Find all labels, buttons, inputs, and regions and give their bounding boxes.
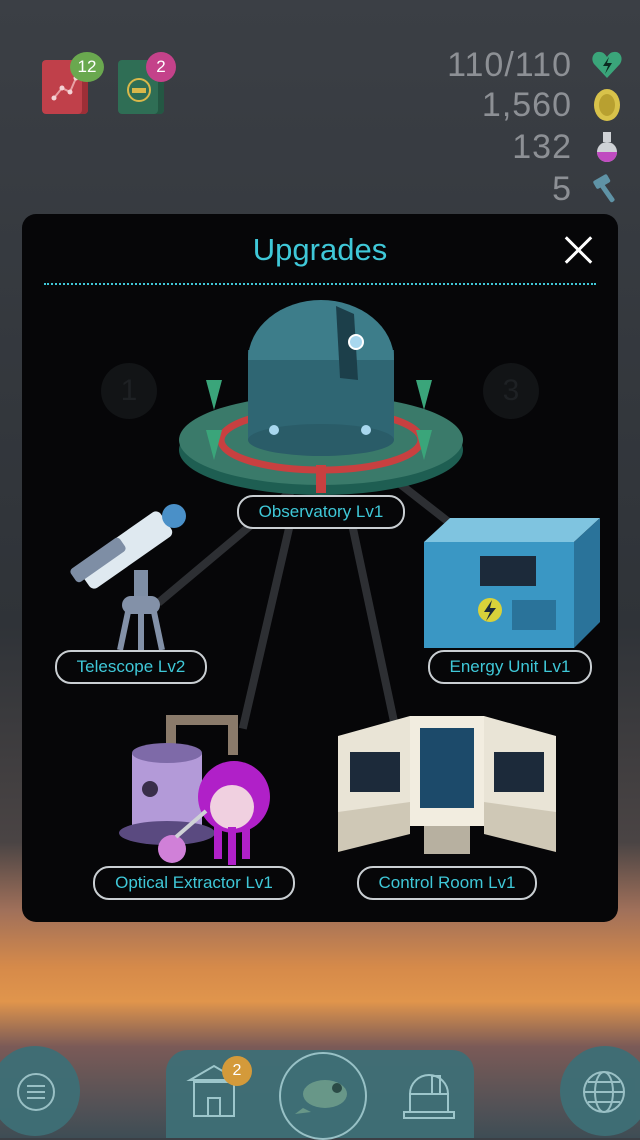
coin-value: 1,560	[481, 86, 572, 124]
background-step-3: 3	[483, 363, 539, 419]
optical-extractor-icon[interactable]	[116, 715, 276, 865]
potion-value: 132	[512, 128, 572, 166]
heart-lightning-icon	[590, 48, 624, 82]
upgrades-title: Upgrades	[252, 232, 388, 267]
hammer-value: 5	[552, 170, 572, 208]
control-room-label[interactable]: Control Room Lv1	[357, 866, 537, 900]
title-divider	[44, 283, 596, 285]
flask-icon	[590, 130, 624, 164]
constellation-book-badge: 12	[70, 52, 104, 82]
optical-extractor-label[interactable]: Optical Extractor Lv1	[93, 866, 295, 900]
certificate-book-badge: 2	[146, 52, 176, 82]
close-icon[interactable]	[560, 232, 596, 268]
energy-unit-icon[interactable]	[424, 500, 600, 650]
telescope-icon[interactable]	[70, 500, 200, 650]
observatory-nav-icon[interactable]	[396, 1060, 462, 1124]
coin-icon	[590, 88, 624, 122]
globe-button[interactable]	[560, 1046, 640, 1136]
creature-button[interactable]	[279, 1052, 367, 1140]
observatory-label[interactable]: Observatory Lv1	[237, 495, 405, 529]
control-room-icon[interactable]	[338, 716, 556, 866]
menu-icon	[17, 1073, 55, 1111]
background-step-1: 1	[101, 363, 157, 419]
menu-button[interactable]	[0, 1046, 80, 1136]
shop-badge: 2	[222, 1056, 252, 1086]
telescope-label[interactable]: Telescope Lv2	[55, 650, 207, 684]
hammer-icon	[590, 172, 624, 206]
observatory-icon[interactable]	[176, 300, 466, 500]
health-value: 110/110	[447, 46, 572, 84]
energy-unit-label[interactable]: Energy Unit Lv1	[428, 650, 592, 684]
creature-icon	[295, 1080, 347, 1114]
globe-icon	[583, 1071, 625, 1113]
